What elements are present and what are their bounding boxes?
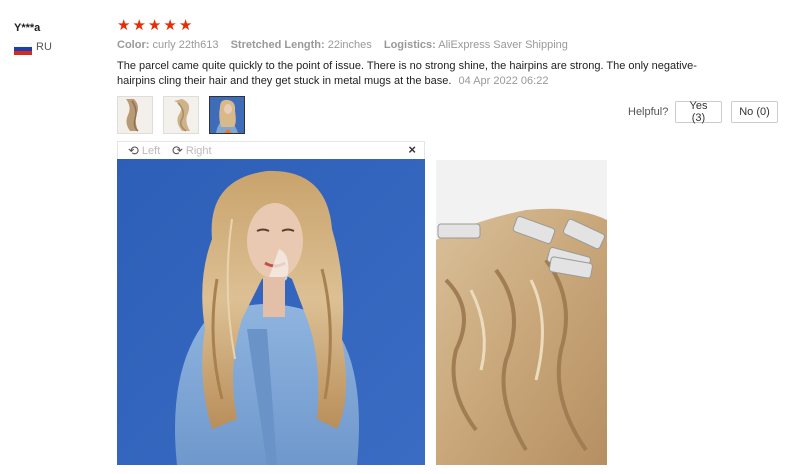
color-label: Color:	[117, 39, 150, 51]
length-label: Stretched Length:	[230, 39, 325, 51]
selected-indicator	[223, 129, 233, 133]
thumbnail-3-image	[210, 97, 244, 133]
review-body: The parcel came quite quickly to the poi…	[117, 59, 707, 89]
rotate-left-button[interactable]: ⟲ Left	[128, 143, 160, 159]
reviewer-name: Y***a	[14, 22, 41, 34]
image-viewer-toolbar: ⟲ Left ⟳ Right ×	[117, 141, 425, 159]
rotate-right-icon: ⟳	[172, 143, 183, 158]
hair-extension-clips-photo	[436, 160, 607, 465]
review-date: 04 Apr 2022 06:22	[458, 75, 549, 87]
review-photo-clips[interactable]	[436, 160, 607, 465]
review-photo-large[interactable]	[117, 159, 425, 465]
rotate-right-button[interactable]: ⟳ Right	[172, 143, 212, 159]
close-viewer-button[interactable]: ×	[408, 142, 416, 157]
thumbnail-1-image	[118, 97, 152, 133]
review-text: The parcel came quite quickly to the poi…	[117, 60, 697, 87]
thumbnail-1[interactable]	[117, 96, 153, 134]
rotate-left-label: Left	[141, 145, 161, 157]
length-value: 22inches	[327, 39, 372, 51]
star-icon: ★	[147, 17, 162, 34]
photo-thumbnails	[117, 96, 245, 134]
thumbnail-2[interactable]	[163, 96, 199, 134]
star-icon: ★	[178, 17, 193, 34]
logistics-value: AliExpress Saver Shipping	[438, 39, 568, 51]
helpful-no-button[interactable]: No (0)	[731, 101, 778, 123]
helpful-yes-button[interactable]: Yes (3)	[675, 100, 722, 124]
woman-wavy-hair-photo	[117, 159, 425, 465]
star-icon: ★	[132, 17, 146, 34]
star-icon: ★	[117, 17, 131, 34]
star-rating: ★ ★ ★ ★ ★	[117, 18, 192, 34]
order-attributes: Color: curly 22th613 Stretched Length: 2…	[117, 39, 577, 51]
thumbnail-3-selected[interactable]	[209, 96, 245, 134]
thumbnail-2-image	[164, 97, 198, 133]
rotate-right-label: Right	[185, 145, 212, 157]
color-value: curly 22th613	[152, 39, 219, 51]
russia-flag-icon	[14, 43, 32, 55]
star-icon: ★	[163, 17, 177, 34]
helpful-label: Helpful?	[628, 106, 669, 118]
rotate-left-icon: ⟲	[128, 143, 139, 158]
logistics-label: Logistics:	[383, 39, 436, 51]
reviewer-country: RU	[36, 41, 52, 53]
